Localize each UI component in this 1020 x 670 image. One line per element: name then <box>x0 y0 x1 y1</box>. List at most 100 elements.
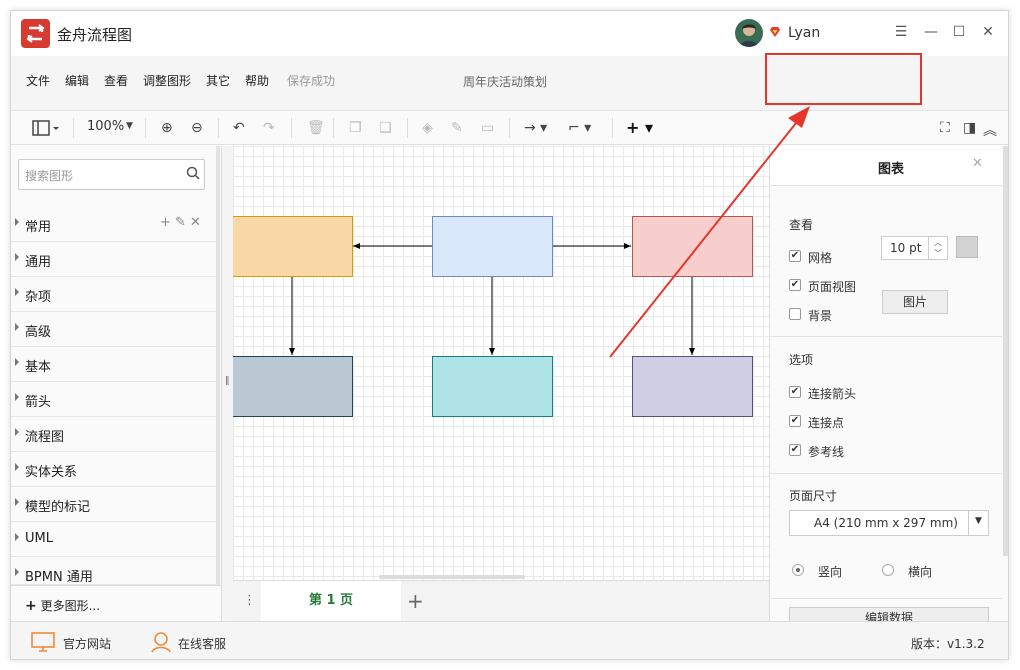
grid-label: 网格 <box>808 249 832 266</box>
shape-search-input[interactable]: 搜索图形 <box>18 159 205 190</box>
to-front-icon[interactable]: ❐ <box>349 120 362 136</box>
user-avatar[interactable] <box>735 19 763 47</box>
category-bpmn[interactable]: BPMN 通用 <box>11 557 216 585</box>
background-image-button[interactable]: 图片 <box>882 290 948 314</box>
panel-scrollbar[interactable] <box>1003 146 1008 556</box>
page-view-label: 页面视图 <box>808 278 856 295</box>
portrait-radio[interactable] <box>792 564 804 576</box>
maximize-icon[interactable]: ☐ <box>949 22 969 42</box>
section-view: 查看 <box>789 216 813 233</box>
fullscreen-icon[interactable]: ⛶ <box>940 120 950 136</box>
category-general[interactable]: 通用 <box>11 242 216 277</box>
sidebar-splitter[interactable]: ‖ <box>222 146 233 621</box>
category-common[interactable]: 常用+ ✎ ✕ <box>11 207 216 242</box>
app-title: 金舟流程图 <box>57 24 132 45</box>
connection-style-icon[interactable]: → ▾ <box>524 120 547 136</box>
username[interactable]: Lyan <box>788 25 820 41</box>
background-checkbox[interactable] <box>789 308 801 320</box>
category-misc[interactable]: 杂项 <box>11 277 216 312</box>
page-size-value: A4 (210 mm x 297 mm) <box>814 516 958 530</box>
grid-checkbox[interactable]: ✔ <box>789 250 801 262</box>
canvas-hscrollbar[interactable] <box>379 575 525 579</box>
window-menu-icon[interactable]: ☰ <box>891 22 911 42</box>
toolbar: 100% ▼ ⊕ ⊖ ↶ ↷ 🗑 ❐ ❏ ◈ ✎ ▭ → ▾ ⌐ ▾ + ▾ ⛶… <box>11 111 1009 145</box>
title-bar: 金舟流程图 Lyan ☰ — ☐ ✕ <box>11 11 1009 56</box>
delete-icon[interactable]: 🗑 <box>307 120 325 136</box>
page-menu-icon[interactable]: ⋮ <box>243 593 256 608</box>
diagram-canvas[interactable] <box>233 146 769 580</box>
guides-label: 参考线 <box>808 443 844 460</box>
page-view-checkbox[interactable]: ✔ <box>789 279 801 291</box>
guides-checkbox[interactable]: ✔ <box>789 444 801 456</box>
section-page-size: 页面尺寸 <box>789 487 837 504</box>
panel-title: 图表 <box>878 158 904 177</box>
category-arrows[interactable]: 箭头 <box>11 382 216 417</box>
menu-extras[interactable]: 其它 <box>206 72 230 89</box>
menu-view[interactable]: 查看 <box>104 72 128 89</box>
grid-size-stepper[interactable]: ︿﹀ <box>928 236 948 260</box>
monitor-icon <box>31 632 55 652</box>
footer-bar: 官方网站 在线客服 版本：v1.3.2 <box>11 621 1009 660</box>
grid-size-input[interactable]: 10 pt <box>881 236 929 260</box>
waypoints-icon[interactable]: ⌐ ▾ <box>568 120 591 136</box>
toggle-panel-icon[interactable]: ◨ <box>963 120 976 136</box>
zoom-level[interactable]: 100% <box>87 119 124 134</box>
online-support-link[interactable]: 在线客服 <box>178 635 226 652</box>
category-flowchart[interactable]: 流程图 <box>11 417 216 452</box>
version-label: 版本：v1.3.2 <box>911 635 985 652</box>
shadow-icon[interactable]: ▭ <box>481 120 494 136</box>
format-panel: 图表 ✕ 查看 ✔ 网格 10 pt ︿﹀ ✔ 页面视图 背景 图片 选项 ✔ … <box>769 146 1009 621</box>
panel-header: 图表 ✕ <box>770 146 1002 186</box>
shape-sidebar: 搜索图形 常用+ ✎ ✕ 通用 杂项 高级 基本 箭头 流程图 实体关系 模型的… <box>11 146 222 621</box>
official-website-link[interactable]: 官方网站 <box>63 635 111 652</box>
to-back-icon[interactable]: ❏ <box>379 120 392 136</box>
undo-icon[interactable]: ↶ <box>233 120 245 136</box>
connection-points-checkbox[interactable]: ✔ <box>789 415 801 427</box>
minimize-icon[interactable]: — <box>921 22 941 42</box>
flow-box-6[interactable] <box>632 356 753 417</box>
insert-icon[interactable]: + ▾ <box>626 118 653 137</box>
category-entity-relation[interactable]: 实体关系 <box>11 452 216 487</box>
flow-box-1[interactable] <box>233 216 353 277</box>
category-tools-icons[interactable]: + ✎ ✕ <box>160 215 201 230</box>
menu-edit[interactable]: 编辑 <box>65 72 89 89</box>
category-model-notation[interactable]: 模型的标记 <box>11 487 216 522</box>
category-uml[interactable]: UML <box>11 522 216 557</box>
close-icon[interactable]: ✕ <box>978 22 998 42</box>
menu-help[interactable]: 帮助 <box>245 72 269 89</box>
more-shapes-button[interactable]: + 更多图形... <box>11 585 221 621</box>
chevron-down-icon: ▼ <box>975 516 982 526</box>
document-title[interactable]: 周年庆活动策划 <box>463 73 547 90</box>
zoom-in-icon[interactable]: ⊕ <box>161 120 173 136</box>
vip-badge-icon <box>769 26 781 38</box>
zoom-dropdown-icon[interactable]: ▼ <box>126 121 133 131</box>
sidebar-scrollbar[interactable] <box>216 146 220 586</box>
plus-icon: + <box>25 598 37 614</box>
category-basic[interactable]: 基本 <box>11 347 216 382</box>
zoom-out-icon[interactable]: ⊖ <box>191 120 203 136</box>
menu-arrange[interactable]: 调整图形 <box>143 72 191 89</box>
flow-box-3[interactable] <box>632 216 753 277</box>
redo-icon[interactable]: ↷ <box>263 120 275 136</box>
search-icon[interactable] <box>186 166 200 180</box>
background-label: 背景 <box>808 307 832 324</box>
category-advanced[interactable]: 高级 <box>11 312 216 347</box>
flow-box-5[interactable] <box>432 356 553 417</box>
flow-box-2[interactable] <box>432 216 553 277</box>
panel-close-icon[interactable]: ✕ <box>972 156 983 171</box>
page-size-select[interactable]: A4 (210 mm x 297 mm) ▼ <box>789 510 989 536</box>
collapse-icon[interactable]: ︽ <box>983 120 997 140</box>
flow-box-4[interactable] <box>233 356 353 417</box>
grid-color-swatch[interactable] <box>956 236 978 258</box>
connection-arrows-checkbox[interactable]: ✔ <box>789 386 801 398</box>
add-page-icon[interactable]: + <box>407 589 424 613</box>
landscape-label: 横向 <box>908 563 932 580</box>
landscape-radio[interactable] <box>882 564 894 576</box>
menu-file[interactable]: 文件 <box>26 72 50 89</box>
page-bar: ⋮ 第 1 页 + <box>233 580 769 621</box>
fill-color-icon[interactable]: ◈ <box>422 120 433 136</box>
section-options: 选项 <box>789 351 813 368</box>
line-color-icon[interactable]: ✎ <box>451 120 463 136</box>
format-panel-icon[interactable] <box>32 120 60 136</box>
page-tab-1[interactable]: 第 1 页 <box>261 581 401 622</box>
